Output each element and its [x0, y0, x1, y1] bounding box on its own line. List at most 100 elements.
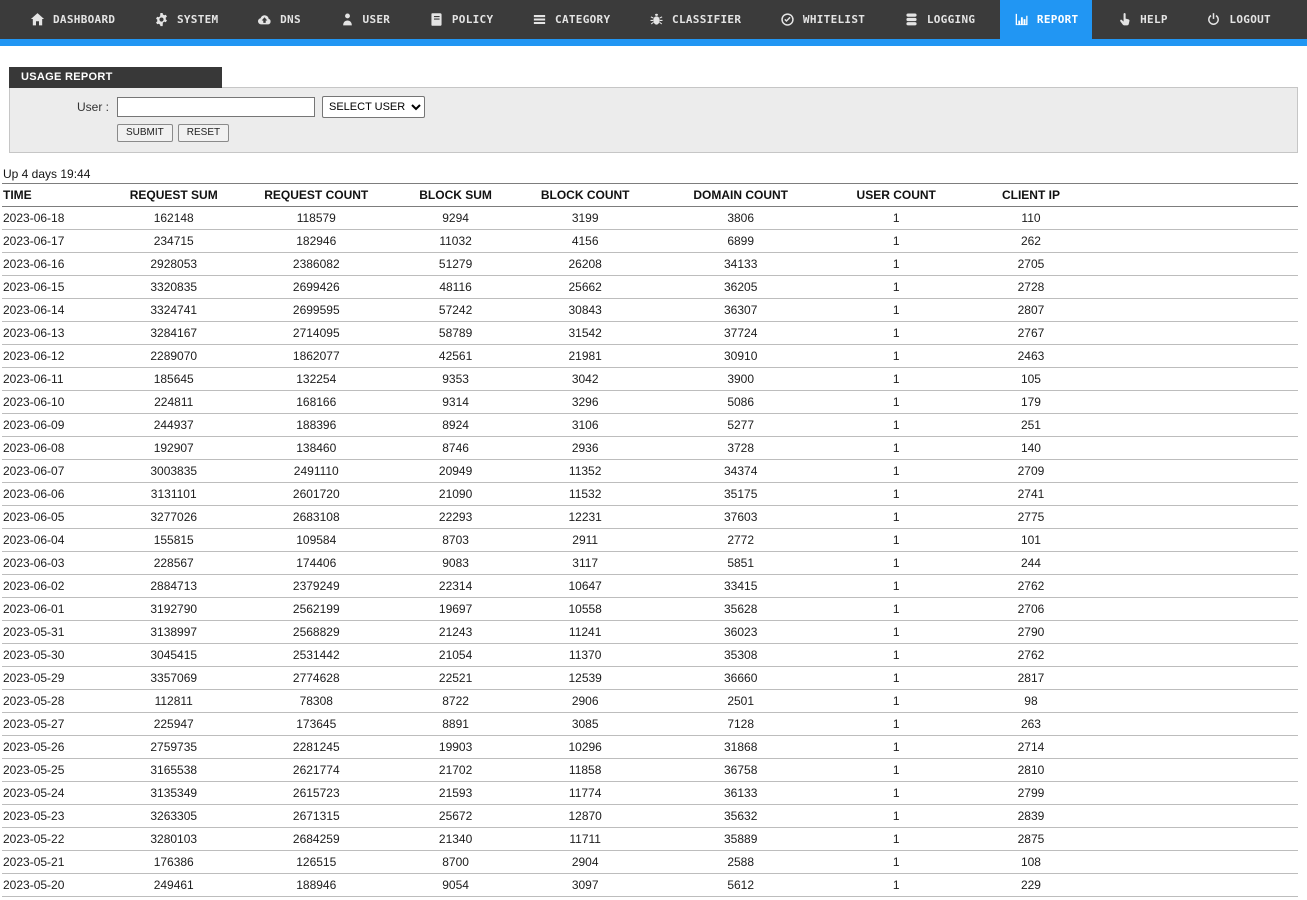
- table-cell: 1: [831, 528, 961, 552]
- table-cell-filler: [1100, 367, 1298, 391]
- table-cell: 11711: [520, 827, 650, 851]
- table-cell: 2463: [961, 344, 1101, 368]
- table-cell: 35175: [649, 482, 832, 506]
- table-cell: 9353: [390, 367, 521, 391]
- table-cell: 8924: [390, 413, 521, 437]
- table-cell-filler: [1100, 206, 1298, 230]
- table-cell: 33415: [649, 574, 832, 598]
- table-cell: 2023-06-16: [2, 252, 106, 276]
- nav-item-logging[interactable]: LOGGING: [890, 0, 989, 39]
- table-cell: 2023-06-09: [2, 413, 106, 437]
- table-cell: 182946: [241, 229, 391, 253]
- gear-icon: [154, 12, 169, 27]
- table-cell: 3277026: [105, 505, 242, 529]
- database-icon: [904, 12, 919, 27]
- table-cell: 78308: [241, 689, 391, 713]
- table-row: 2023-06-16 2928053 2386082 51279 26208 34133 1…: [2, 252, 1298, 276]
- table-cell: 2023-05-23: [2, 804, 106, 828]
- table-cell: 229: [961, 873, 1101, 897]
- table-cell: 5086: [649, 390, 832, 414]
- nav-item-whitelist[interactable]: WHITELIST: [766, 0, 879, 39]
- table-row: 2023-06-03 228567 174406 9083 3117 5851 1 244: [2, 551, 1298, 575]
- table-cell: 2023-06-02: [2, 574, 106, 598]
- table-cell: 31868: [649, 735, 832, 759]
- table-cell: 2023-05-21: [2, 850, 106, 874]
- table-cell: 2683108: [241, 505, 391, 529]
- table-cell-filler: [1100, 482, 1298, 506]
- uptime-text: Up 4 days 19:44: [3, 167, 91, 181]
- nav-item-classifier[interactable]: CLASSIFIER: [635, 0, 755, 39]
- table-cell: 34374: [649, 459, 832, 483]
- table-cell: 3320835: [105, 275, 242, 299]
- table-cell: 2774628: [241, 666, 391, 690]
- table-cell: 11370: [520, 643, 650, 667]
- reset-button[interactable]: RESET: [177, 124, 230, 142]
- table-cell: 3106: [520, 413, 650, 437]
- check-circle-icon: [780, 12, 795, 27]
- column-header: BLOCK SUM: [390, 183, 521, 207]
- column-header: REQUEST SUM: [105, 183, 242, 207]
- table-cell: 3045415: [105, 643, 242, 667]
- table-cell: 244937: [105, 413, 242, 437]
- nav-item-help[interactable]: HELP: [1103, 0, 1182, 39]
- table-cell: 1: [831, 551, 961, 575]
- table-cell: 3097: [520, 873, 650, 897]
- user-input[interactable]: [117, 97, 315, 117]
- table-cell: 168166: [241, 390, 391, 414]
- nav-item-system[interactable]: SYSTEM: [140, 0, 233, 39]
- table-row: 2023-05-29 3357069 2774628 22521 12539 36660 1…: [2, 666, 1298, 690]
- table-cell: 3135349: [105, 781, 242, 805]
- table-cell: 1: [831, 413, 961, 437]
- table-cell: 9054: [390, 873, 521, 897]
- table-cell: 11858: [520, 758, 650, 782]
- table-cell: 1: [831, 758, 961, 782]
- table-cell: 234715: [105, 229, 242, 253]
- table-cell: 2023-06-14: [2, 298, 106, 322]
- table-cell: 185645: [105, 367, 242, 391]
- nav-item-report[interactable]: REPORT: [999, 0, 1093, 39]
- table-cell: 21243: [390, 620, 521, 644]
- nav-item-policy[interactable]: POLICY: [415, 0, 508, 39]
- table-cell: 42561: [390, 344, 521, 368]
- table-cell: 2023-06-05: [2, 505, 106, 529]
- table-cell: 3284167: [105, 321, 242, 345]
- user-select[interactable]: SELECT USER: [322, 96, 425, 118]
- nav-item-dns[interactable]: DNS: [243, 0, 315, 39]
- table-cell: 1: [831, 666, 961, 690]
- submit-button[interactable]: SUBMIT: [117, 124, 173, 142]
- table-cell: 36660: [649, 666, 832, 690]
- table-cell: 3263305: [105, 804, 242, 828]
- table-row: 2023-06-08 192907 138460 8746 2936 3728 1 140: [2, 436, 1298, 460]
- table-cell: 3117: [520, 551, 650, 575]
- table-cell: 2289070: [105, 344, 242, 368]
- table-cell: 2714095: [241, 321, 391, 345]
- table-cell: 2741: [961, 482, 1101, 506]
- table-cell-filler: [1100, 574, 1298, 598]
- table-row: 2023-06-10 224811 168166 9314 3296 5086 1 179: [2, 390, 1298, 414]
- table-cell: 162148: [105, 206, 242, 230]
- table-cell: 22293: [390, 505, 521, 529]
- table-row: 2023-05-30 3045415 2531442 21054 11370 35308 1…: [2, 643, 1298, 667]
- table-cell: 126515: [241, 850, 391, 874]
- table-cell: 7128: [649, 712, 832, 736]
- table-cell-filler: [1100, 804, 1298, 828]
- table-cell: 2379249: [241, 574, 391, 598]
- table-cell: 2772: [649, 528, 832, 552]
- usage-report-table: TIME REQUEST SUM REQUEST COUNT BLOCK SUM BLO…: [2, 183, 1298, 897]
- table-row: 2023-05-21 176386 126515 8700 2904 2588 1 108: [2, 850, 1298, 874]
- nav-item-category[interactable]: CATEGORY: [518, 0, 624, 39]
- table-cell: 3138997: [105, 620, 242, 644]
- nav-item-dashboard[interactable]: DASHBOARD: [16, 0, 129, 39]
- table-cell: 1: [831, 620, 961, 644]
- nav-item-user[interactable]: USER: [326, 0, 405, 39]
- table-cell: 2023-06-11: [2, 367, 106, 391]
- table-cell: 21054: [390, 643, 521, 667]
- table-cell: 1: [831, 344, 961, 368]
- table-cell: 21702: [390, 758, 521, 782]
- person-icon: [340, 12, 355, 27]
- table-cell: 2799: [961, 781, 1101, 805]
- nav-item-logout[interactable]: LOGOUT: [1192, 0, 1285, 39]
- table-cell-filler: [1100, 689, 1298, 713]
- table-cell-filler: [1100, 873, 1298, 897]
- column-header: CLIENT IP: [961, 183, 1101, 207]
